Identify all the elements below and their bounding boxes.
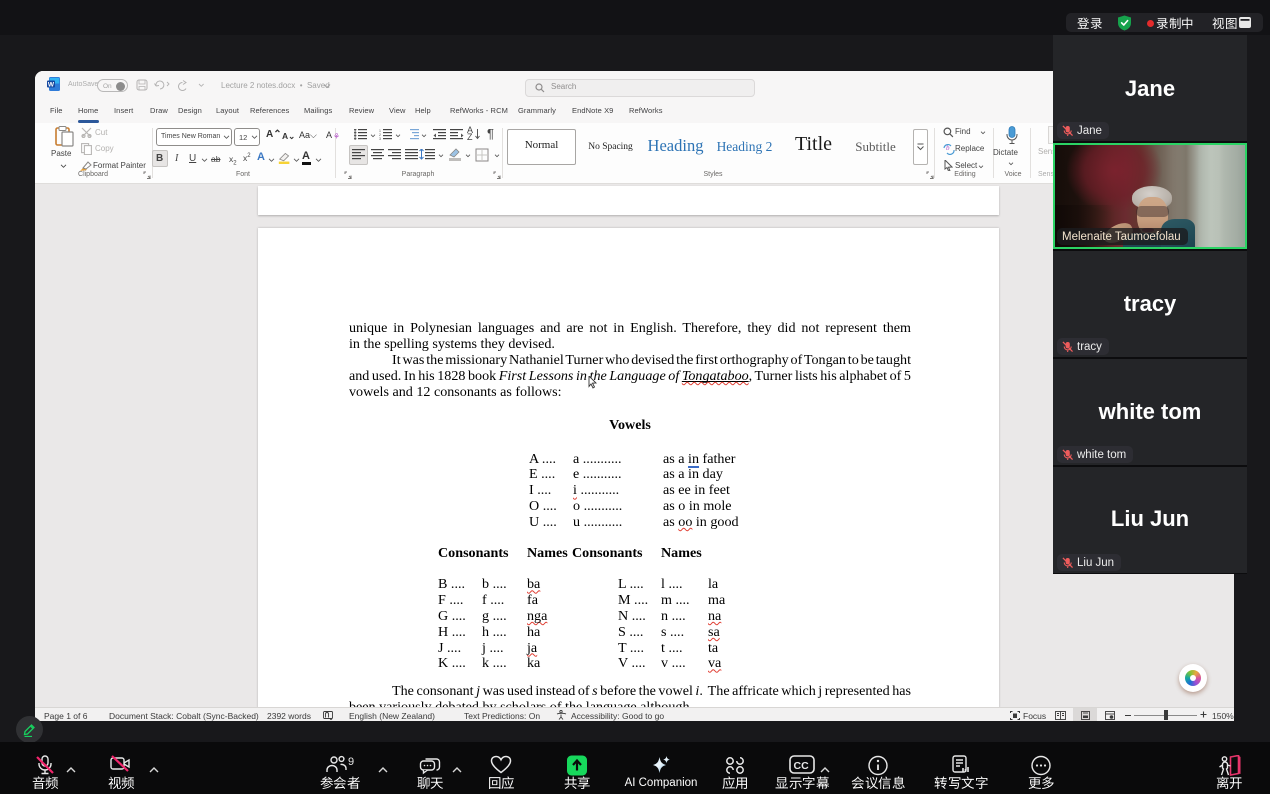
- svg-text:9: 9: [348, 756, 354, 768]
- svg-text:CC: CC: [794, 760, 810, 772]
- svg-text:W: W: [48, 81, 55, 88]
- svg-text:3: 3: [379, 137, 381, 141]
